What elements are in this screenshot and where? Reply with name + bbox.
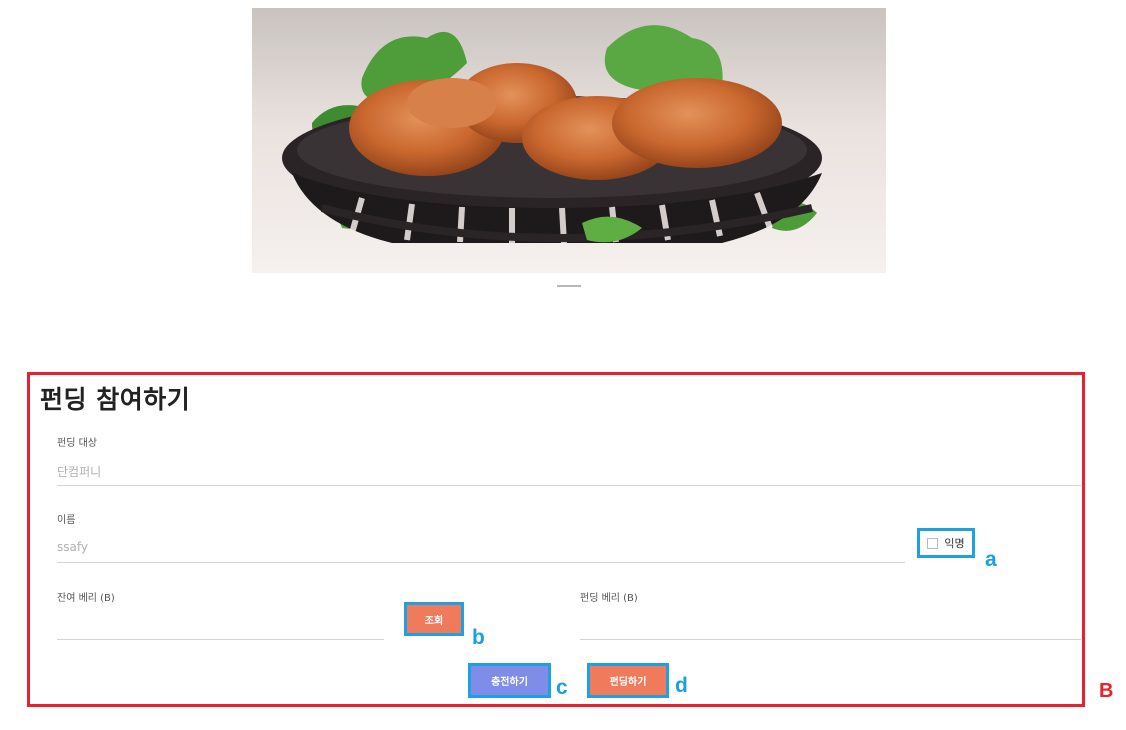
funding-amount-input[interactable]: [580, 639, 1081, 640]
fried-chicken-image: [252, 8, 886, 273]
carousel-indicator[interactable]: [557, 285, 581, 287]
charge-button[interactable]: 충전하기: [468, 663, 551, 698]
balance-underline: [57, 639, 384, 640]
anonymous-checkbox-group[interactable]: 익명: [917, 528, 975, 558]
name-label: 이름: [57, 515, 76, 526]
annotation-label-b: B: [1099, 680, 1114, 702]
anonymous-checkbox[interactable]: [927, 537, 939, 549]
name-input-underline: [57, 562, 905, 563]
annotation-label-b-small: b: [472, 626, 485, 649]
balance-label: 잔여 베리 (B): [57, 593, 115, 604]
hero-image: [252, 8, 886, 273]
annotation-label-d: d: [675, 674, 688, 697]
lookup-button[interactable]: 조회: [404, 602, 464, 636]
funding-target-label: 펀딩 대상: [57, 438, 97, 449]
anonymous-label: 익명: [944, 537, 965, 550]
annotation-label-c: c: [556, 676, 568, 699]
funding-target-value: 단컴퍼니: [57, 465, 102, 479]
page-title: 펀딩 참여하기: [40, 385, 191, 414]
name-input[interactable]: ssafy: [57, 540, 88, 554]
annotation-label-a: a: [985, 548, 997, 571]
funding-target-underline: [57, 485, 1081, 486]
funding-amount-label: 펀딩 베리 (B): [580, 593, 638, 604]
fund-button[interactable]: 펀딩하기: [587, 663, 669, 698]
